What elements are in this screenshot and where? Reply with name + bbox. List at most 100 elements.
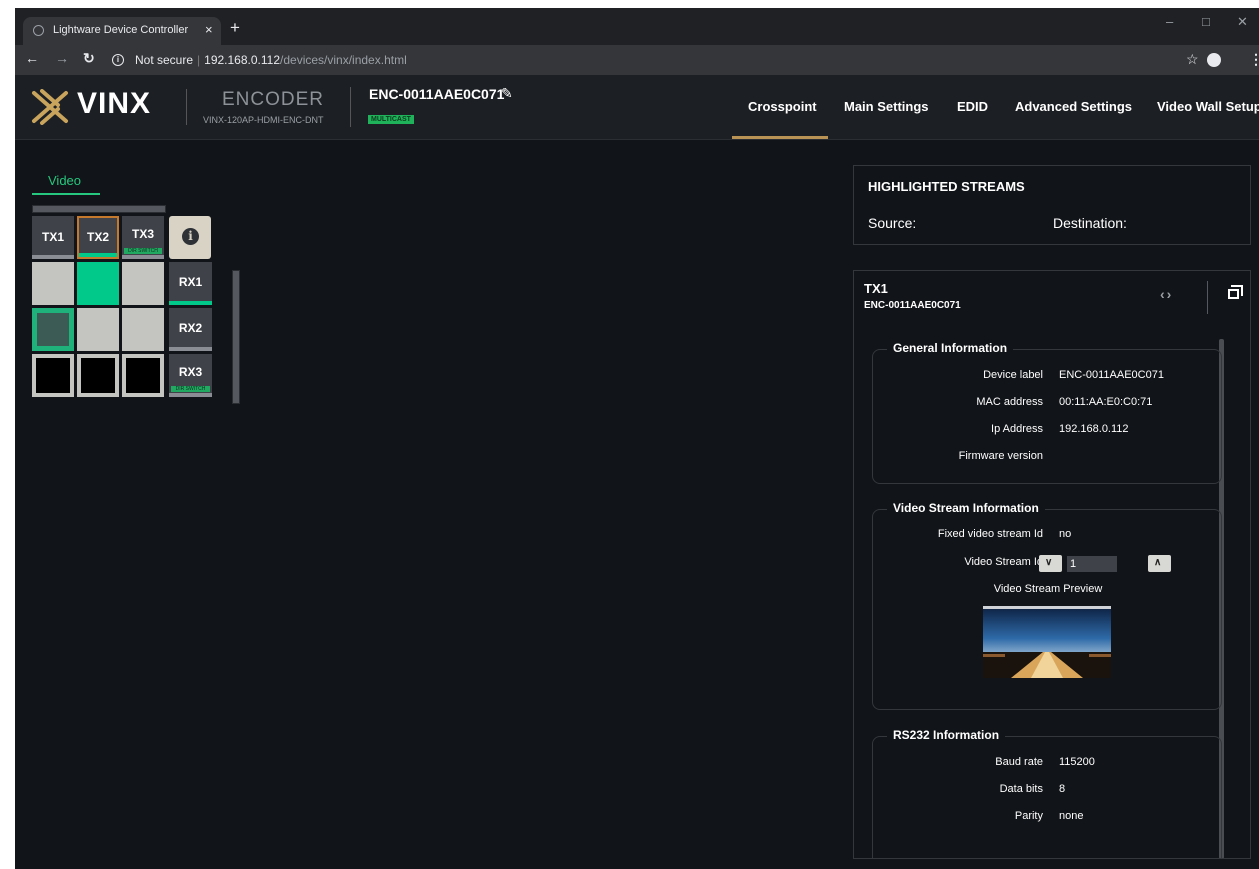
crosspoint-cell-rx2-tx2[interactable] [77,308,119,351]
parity-label: Parity [1014,810,1043,822]
device-type: ENCODER [222,89,325,110]
baud-rate-label: Baud rate [995,756,1043,768]
fixed-stream-id-label: Fixed video stream Id [937,528,1043,540]
info-icon: i [182,228,199,245]
tab-video[interactable]: Video [48,173,81,188]
crosspoint-cell-rx1-tx1[interactable] [32,262,74,305]
pencil-icon[interactable]: ✎ [501,85,513,102]
stream-preview-image [983,606,1111,678]
rx-label: RX2 [178,321,203,335]
browser-window: Lightware Device Controller × + – □ ✕ ← … [15,8,1259,869]
address-bar[interactable]: Not secure | 192.168.0.112/devices/vinx/in… [135,53,407,67]
rx-label: RX3 [178,365,203,379]
ip-address-value: 192.168.0.112 [1059,423,1129,435]
rx-header-2[interactable]: RX2 [169,308,212,351]
video-stream-information-group: Video Stream Information Fixed video str… [872,501,1222,710]
maximize-icon[interactable]: □ [1202,14,1210,29]
highlighted-streams-panel: HIGHLIGHTED STREAMS Source: Destination: [853,165,1251,245]
tx-status-bar [79,253,117,257]
menu-dots-icon[interactable]: ⋮ [1249,51,1259,68]
tab-advanced-settings[interactable]: Advanced Settings [1015,99,1132,114]
destination-label: Destination: [1053,215,1127,231]
rs232-information-group: RS232 Information Baud rate 115200 Data … [872,728,1222,858]
mac-address-label: MAC address [976,396,1043,408]
active-tab-indicator [732,136,828,139]
panel-title: HIGHLIGHTED STREAMS [868,179,1025,194]
crosspoint-cell-rx2-tx1[interactable] [32,308,74,351]
toolbar-divider [1207,281,1208,314]
tx-label: TX1 [41,230,64,244]
popout-window-icon[interactable] [1228,285,1243,299]
dir-switch-badge: DIR SWITCH [124,248,162,254]
crosspoint-cell-rx3-tx2[interactable] [77,354,119,397]
security-label: Not secure [135,53,194,67]
tx-header-1[interactable]: TX1 [32,216,74,259]
tx-status-bar [122,255,164,259]
app-header: VINX ENCODER VINX-120AP-HDMI-ENC-DNT ENC… [15,75,1259,140]
chevron-up-icon: ∧ [1154,557,1162,568]
browser-toolbar: ← → ↻ i Not secure | 192.168.0.112/devices… [15,45,1259,75]
prev-next-arrows-icon[interactable]: ‹› [1160,286,1173,302]
stream-id-label: Video Stream Id [964,556,1043,568]
device-label-label: Device label [983,369,1043,381]
rx-header-1[interactable]: RX1 [169,262,212,305]
rx-header-3[interactable]: RX3 DIR SWITCH [169,354,212,397]
device-label-value: ENC-0011AAE0C071 [1059,369,1164,381]
tab-video-wall-setup[interactable]: Video Wall Setup [1157,99,1259,114]
horizontal-scrollbar[interactable] [32,205,166,213]
url-path: /devices/vinx/index.html [280,53,407,67]
tab-title: Lightware Device Controller [53,24,189,36]
reload-icon[interactable]: ↻ [83,50,95,67]
stream-id-input[interactable] [1067,556,1117,572]
general-information-group: General Information Device label ENC-001… [872,341,1222,484]
minimize-icon[interactable]: – [1166,14,1173,29]
tx-header-2[interactable]: TX2 [77,216,119,259]
baud-rate-value: 115200 [1059,756,1095,768]
rx-status-bar [169,301,212,305]
crosspoint-cell-rx1-tx3[interactable] [122,262,164,305]
chevron-down-icon: ∨ [1045,557,1053,568]
vertical-scrollbar[interactable] [232,270,240,404]
stream-id-increment-button[interactable]: ∧ [1148,555,1171,572]
tab-main-settings[interactable]: Main Settings [844,99,929,114]
crosspoint-cell-rx3-tx3[interactable] [122,354,164,397]
stream-preview-label: Video Stream Preview [993,583,1103,595]
details-device-id: ENC-0011AAE0C071 [864,300,961,311]
bookmark-star-icon[interactable]: ☆ [1186,51,1199,68]
vinx-logo-icon [32,89,68,125]
browser-tab[interactable]: Lightware Device Controller × [23,17,221,45]
tab-close-icon[interactable]: × [205,22,213,37]
crosspoint-cell-rx3-tx1[interactable] [32,354,74,397]
back-icon[interactable]: ← [25,50,39,66]
video-tab-indicator [32,193,100,195]
data-bits-label: Data bits [999,783,1043,795]
parity-value: none [1059,810,1084,822]
fixed-stream-id-value: no [1059,528,1072,540]
crosspoint-cell-rx1-tx2[interactable] [77,262,119,305]
data-bits-value: 8 [1059,783,1066,795]
info-button[interactable]: i [169,216,211,259]
rx-label: RX1 [178,275,203,289]
tx-label: TX3 [131,227,154,241]
browser-titlebar: Lightware Device Controller × + – □ ✕ [15,8,1259,45]
close-window-icon[interactable]: ✕ [1237,14,1248,30]
details-device-name: TX1 [864,281,888,296]
url-host: 192.168.0.112 [204,53,281,67]
tab-crosspoint[interactable]: Crosspoint [748,99,817,114]
group-title: Video Stream Information [887,501,1045,515]
crosspoint-cell-rx2-tx3[interactable] [122,308,164,351]
info-circle-icon[interactable]: i [112,54,124,66]
rx-status-bar [169,393,212,397]
stream-id-decrement-button[interactable]: ∨ [1039,555,1062,572]
firmware-version-label: Firmware version [958,450,1043,462]
group-title: RS232 Information [887,728,1006,742]
mac-address-value: 00:11:AA:E0:C0:71 [1059,396,1153,408]
tab-edid[interactable]: EDID [957,99,988,114]
tx-header-3[interactable]: TX3 DIR SWITCH [122,216,164,259]
new-tab-button[interactable]: + [230,18,240,38]
device-model: VINX-120AP-HDMI-ENC-DNT [203,115,324,125]
dir-switch-badge: DIR SWITCH [171,386,210,392]
account-icon[interactable] [1207,53,1221,67]
forward-icon[interactable]: → [55,50,69,66]
group-title: General Information [887,341,1014,355]
